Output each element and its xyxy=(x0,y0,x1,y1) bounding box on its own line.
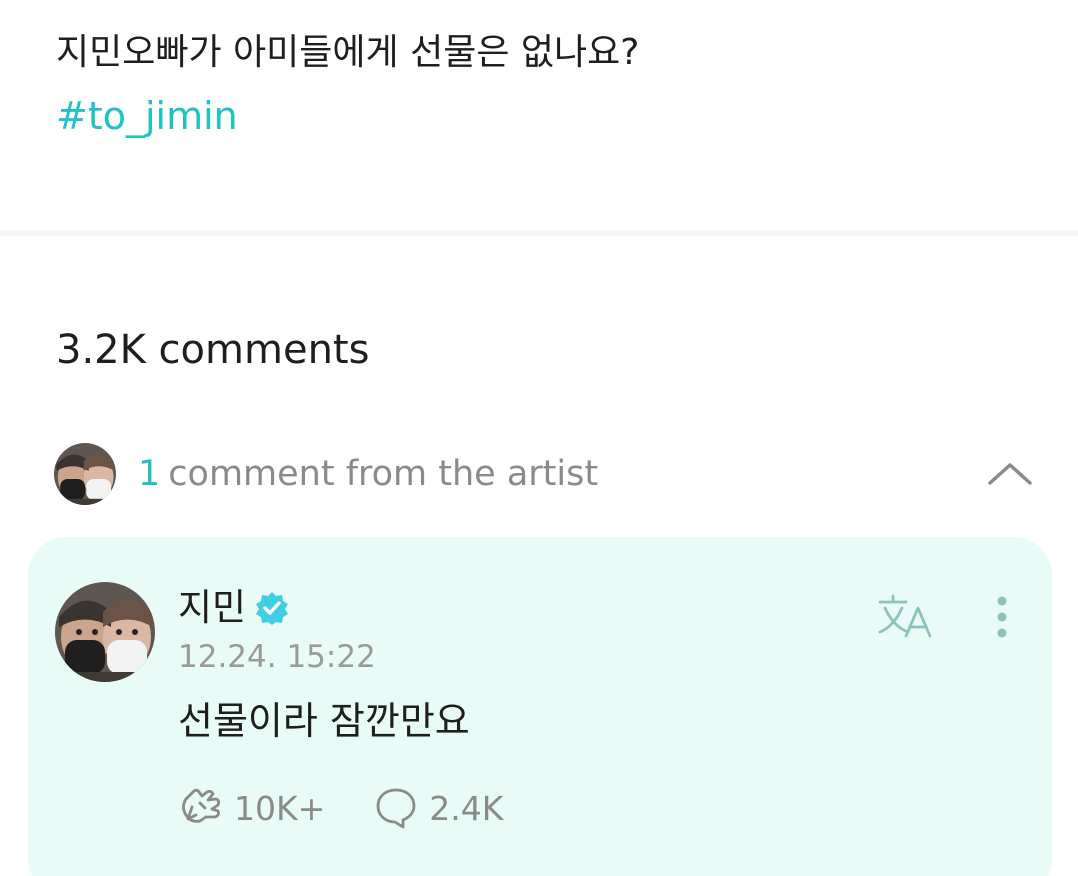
comment-actions: 10K+ 2.4K xyxy=(178,783,551,833)
verified-badge-icon xyxy=(254,590,290,626)
artist-comment-label: comment from the artist xyxy=(168,454,599,494)
section-divider xyxy=(0,230,1078,236)
artist-avatar[interactable] xyxy=(55,582,155,682)
like-button[interactable]: 10K+ xyxy=(178,785,325,831)
chevron-up-icon[interactable] xyxy=(986,451,1034,499)
comment-body: 선물이라 잠깐만요 xyxy=(178,699,470,743)
reply-count: 2.4K xyxy=(429,788,504,828)
artist-comment-summary: 1 comment from the artist xyxy=(138,454,598,494)
like-hands-icon xyxy=(182,788,221,823)
artist-comment-card: 지민 12.24. 15:22 선물이라 잠깐만요 10K+ 2.4K xyxy=(28,537,1052,876)
hashtag-link[interactable]: #to_jimin xyxy=(56,92,238,140)
reply-button[interactable]: 2.4K xyxy=(373,785,503,831)
artist-comment-toggle[interactable]: 1 comment from the artist xyxy=(54,443,1034,505)
like-count: 10K+ xyxy=(234,788,326,828)
artist-comment-count: 1 xyxy=(138,454,161,494)
comment-count: 3.2K comments xyxy=(56,327,370,373)
post-text: 지민오빠가 아미들에게 선물은 없나요? xyxy=(56,32,640,73)
author-name[interactable]: 지민 xyxy=(178,585,246,631)
more-vertical-icon[interactable] xyxy=(990,593,1014,641)
post-detail-page: 지민오빠가 아미들에게 선물은 없나요? #to_jimin 3.2K comm… xyxy=(0,0,1078,876)
translate-icon[interactable] xyxy=(876,592,934,640)
reply-bubble-icon xyxy=(376,788,416,829)
artist-avatar-small xyxy=(54,443,116,505)
comment-timestamp: 12.24. 15:22 xyxy=(178,639,376,675)
